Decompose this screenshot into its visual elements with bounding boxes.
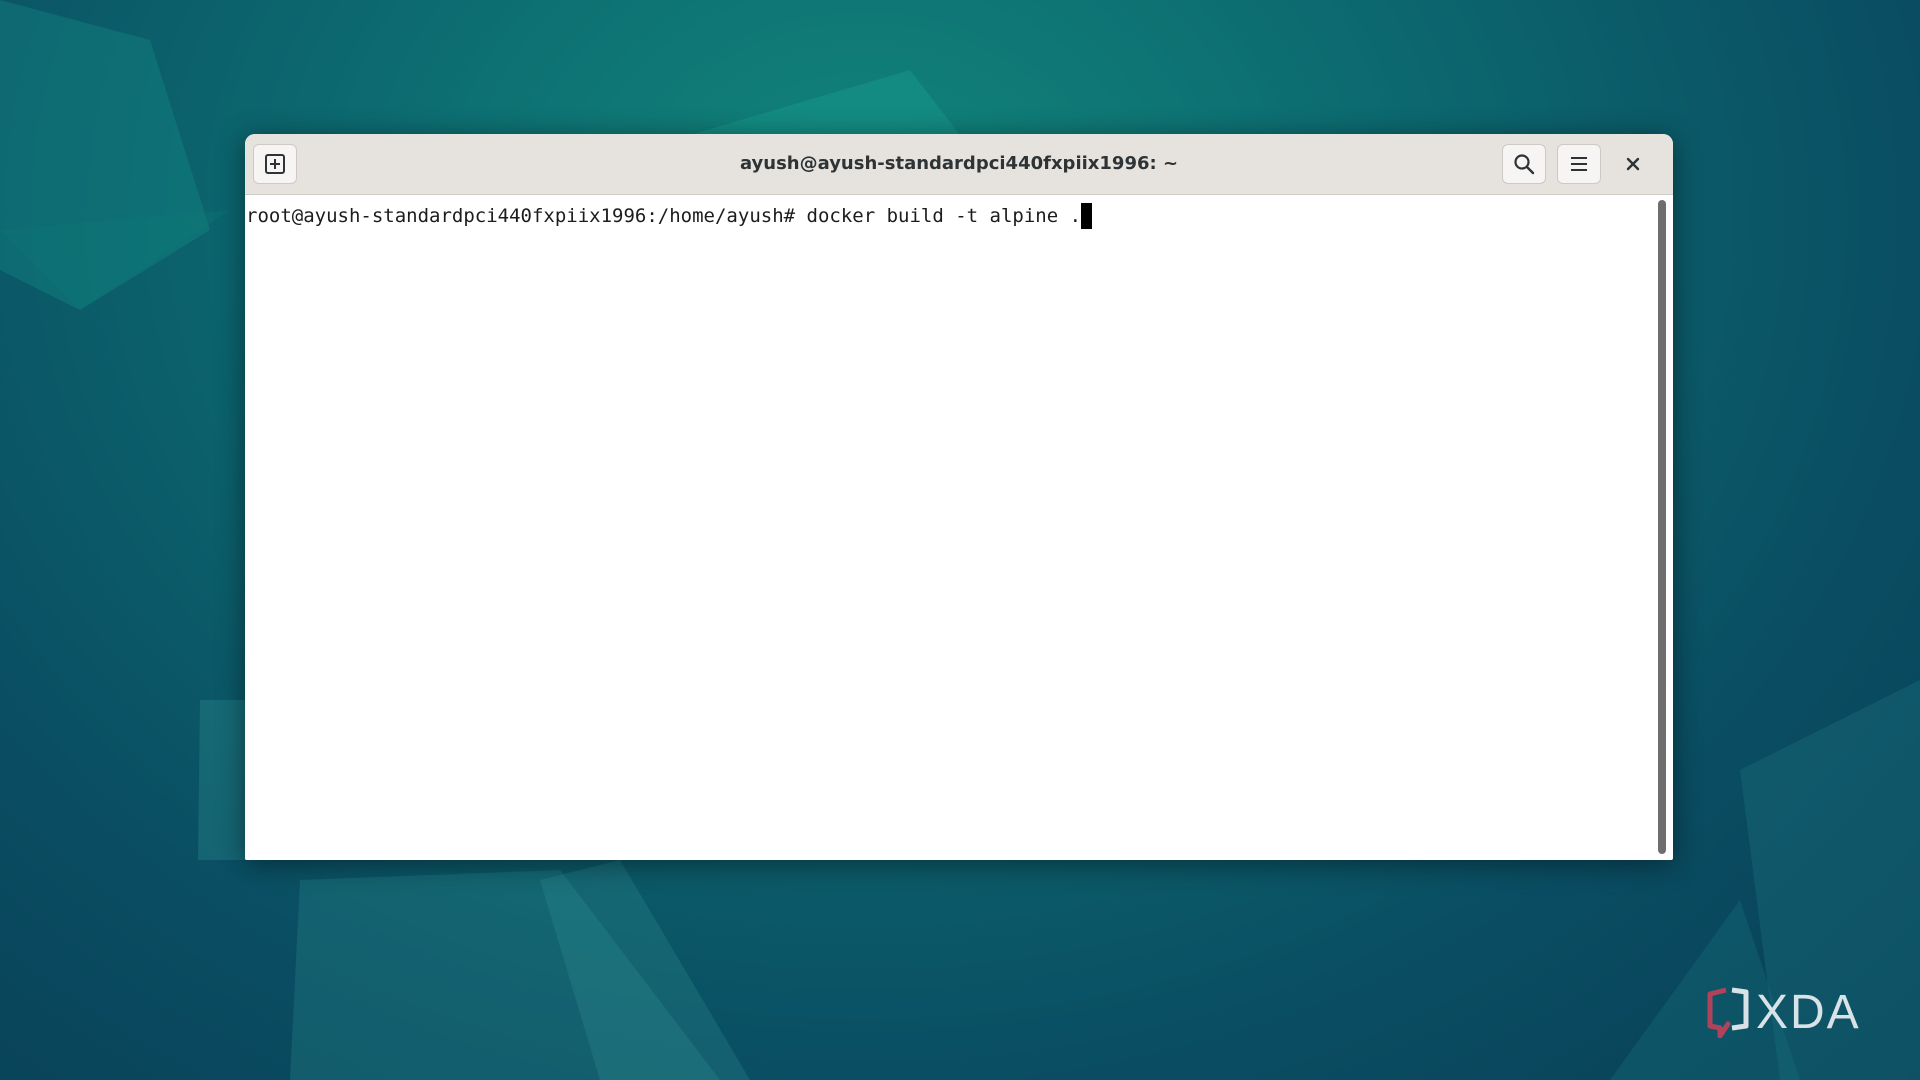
xda-watermark: XDA [1706,982,1890,1042]
new-tab-button[interactable] [253,144,297,184]
search-button[interactable] [1502,144,1546,184]
close-icon [1626,157,1640,171]
xda-logo-icon [1707,987,1749,1038]
main-menu-button[interactable] [1557,144,1601,184]
hamburger-menu-icon [1571,157,1587,171]
terminal-scrollbar[interactable] [1657,200,1667,854]
text-cursor [1081,203,1093,229]
terminal-window: ayush@ayush-standardpci440fxpiix1996: ~ … [245,134,1673,860]
terminal-command-line: root@ayush-standardpci440fxpiix1996:/hom… [246,203,1093,229]
close-button[interactable] [1617,148,1649,180]
window-title: ayush@ayush-standardpci440fxpiix1996: ~ [739,153,1179,174]
shell-prompt: root@ayush-standardpci440fxpiix1996:/hom… [246,205,796,227]
scrollbar-thumb[interactable] [1658,200,1666,854]
new-tab-icon [265,154,285,174]
search-icon [1514,154,1535,175]
typed-command: docker build -t alpine . [795,205,1082,227]
window-headerbar[interactable]: ayush@ayush-standardpci440fxpiix1996: ~ [245,134,1673,195]
xda-text: XDA [1756,985,1861,1039]
terminal-area[interactable]: root@ayush-standardpci440fxpiix1996:/hom… [245,195,1655,860]
